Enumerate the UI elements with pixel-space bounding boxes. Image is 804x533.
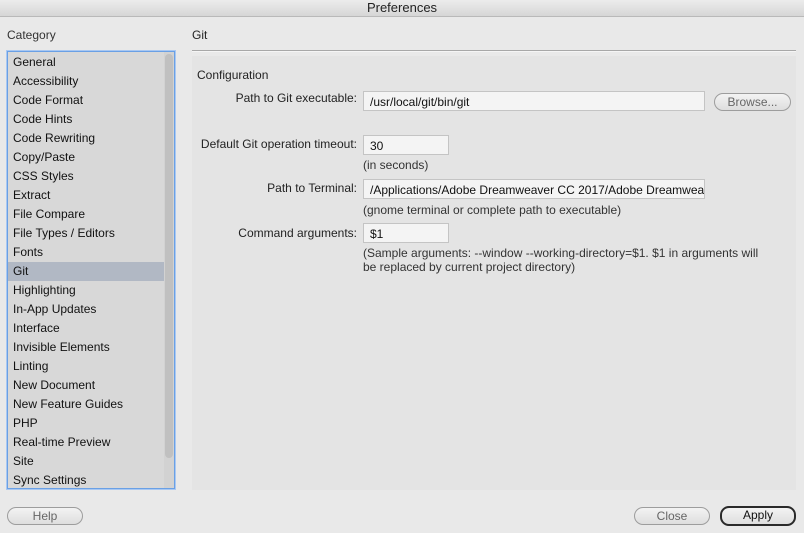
category-item-in-app-updates[interactable]: In-App Updates bbox=[8, 300, 164, 319]
browse-button[interactable]: Browse... bbox=[714, 93, 791, 111]
category-label: Category bbox=[7, 28, 56, 42]
category-item-new-feature-guides[interactable]: New Feature Guides bbox=[8, 395, 164, 414]
category-item-site[interactable]: Site bbox=[8, 452, 164, 471]
terminal-path-input[interactable]: /Applications/Adobe Dreamweaver CC 2017/… bbox=[363, 179, 705, 199]
category-item-sync-settings[interactable]: Sync Settings bbox=[8, 471, 164, 488]
category-item-code-hints[interactable]: Code Hints bbox=[8, 110, 164, 129]
category-item-real-time-preview[interactable]: Real-time Preview bbox=[8, 433, 164, 452]
command-arguments-hint-line2: be replaced by current project directory… bbox=[363, 260, 576, 274]
timeout-label: Default Git operation timeout: bbox=[200, 137, 357, 151]
close-button[interactable]: Close bbox=[634, 507, 710, 525]
section-title: Git bbox=[192, 28, 208, 42]
category-item-interface[interactable]: Interface bbox=[8, 319, 164, 338]
category-scrollbar[interactable] bbox=[164, 52, 174, 488]
configuration-heading: Configuration bbox=[197, 68, 269, 82]
timeout-hint: (in seconds) bbox=[363, 158, 429, 172]
category-item-accessibility[interactable]: Accessibility bbox=[8, 72, 164, 91]
category-item-file-compare[interactable]: File Compare bbox=[8, 205, 164, 224]
timeout-input[interactable]: 30 bbox=[363, 135, 449, 155]
category-item-general[interactable]: General bbox=[8, 53, 164, 72]
category-item-php[interactable]: PHP bbox=[8, 414, 164, 433]
category-item-linting[interactable]: Linting bbox=[8, 357, 164, 376]
command-arguments-hint-line1: (Sample arguments: --window --working-di… bbox=[363, 246, 759, 260]
terminal-path-label: Path to Terminal: bbox=[267, 181, 357, 195]
apply-button[interactable]: Apply bbox=[720, 506, 796, 526]
git-path-input[interactable]: /usr/local/git/bin/git bbox=[363, 91, 705, 111]
category-item-new-document[interactable]: New Document bbox=[8, 376, 164, 395]
category-list[interactable]: General Accessibility Code Format Code H… bbox=[7, 51, 175, 489]
section-divider bbox=[192, 50, 796, 52]
window-title: Preferences bbox=[0, 0, 804, 17]
category-item-git[interactable]: Git bbox=[8, 262, 164, 281]
git-path-label: Path to Git executable: bbox=[235, 91, 357, 105]
command-arguments-label: Command arguments: bbox=[238, 226, 357, 240]
category-item-invisible-elements[interactable]: Invisible Elements bbox=[8, 338, 164, 357]
category-item-fonts[interactable]: Fonts bbox=[8, 243, 164, 262]
category-item-highlighting[interactable]: Highlighting bbox=[8, 281, 164, 300]
terminal-hint: (gnome terminal or complete path to exec… bbox=[363, 203, 622, 217]
command-arguments-input[interactable]: $1 bbox=[363, 223, 449, 243]
help-button[interactable]: Help bbox=[7, 507, 83, 525]
category-scrollbar-thumb[interactable] bbox=[165, 54, 173, 458]
